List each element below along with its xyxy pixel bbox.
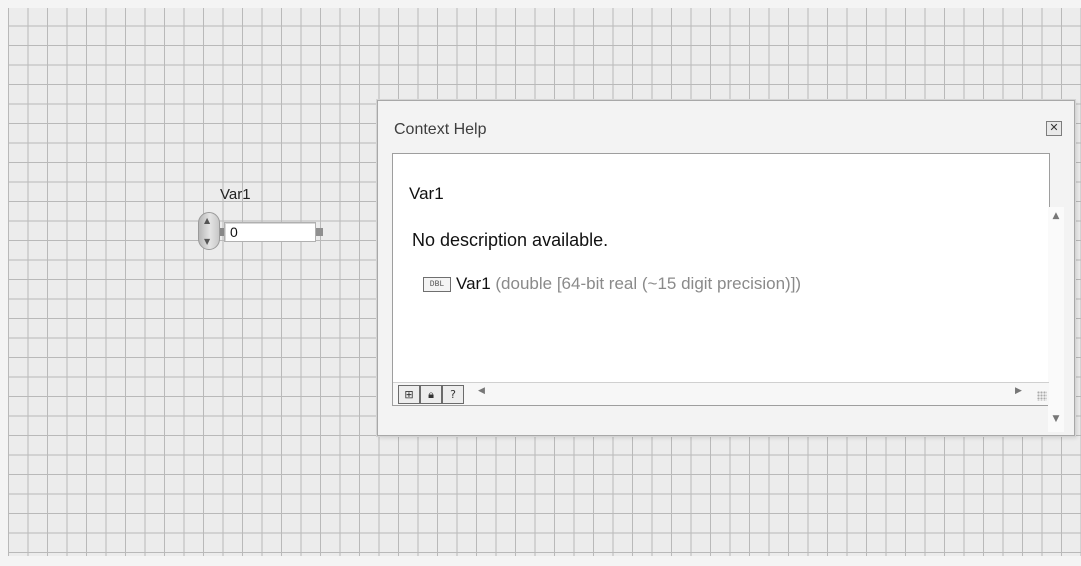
window-title: Context Help [394, 121, 487, 138]
scroll-right-icon[interactable]: ▶ [1015, 386, 1022, 396]
vertical-scrollbar[interactable]: ▲ ▼ [1048, 207, 1064, 432]
context-help-window[interactable]: Context Help ✕ ▲ ▼ Var1 No description a… [377, 100, 1075, 436]
help-item-name: Var1 [409, 184, 444, 203]
increment-decrement-buttons[interactable]: ▲ ▼ [198, 212, 220, 250]
decrement-icon[interactable]: ▼ [204, 238, 210, 246]
numeric-control[interactable]: ▲ ▼ 0 [198, 211, 328, 251]
close-icon[interactable]: ✕ [1046, 121, 1062, 136]
resize-grip-icon[interactable] [1037, 391, 1047, 401]
lock-icon[interactable]: 🔒︎ [420, 385, 442, 404]
detailed-help-icon[interactable]: ? [442, 385, 464, 404]
canvas-margin [0, 0, 8, 566]
show-optional-terminals-icon[interactable]: ⊞ [398, 385, 420, 404]
canvas-margin [0, 0, 1081, 8]
scroll-down-icon[interactable]: ▼ [1048, 412, 1064, 426]
dbl-type-icon: DBL [423, 277, 451, 292]
help-toolbar: ⊞ 🔒︎ ? ◀ ▶ [393, 382, 1049, 405]
scroll-up-icon[interactable]: ▲ [1048, 209, 1064, 223]
scroll-left-icon[interactable]: ◀ [478, 386, 485, 396]
control-label: Var1 [220, 186, 251, 203]
increment-icon[interactable]: ▲ [204, 217, 210, 225]
help-description: No description available. [412, 230, 609, 250]
output-terminal[interactable] [316, 228, 323, 236]
terminal-name: Var1 [456, 274, 491, 293]
numeric-value-field[interactable]: 0 [224, 222, 316, 242]
terminal-description: Var1 (double [64-bit real (~15 digit pre… [456, 274, 801, 294]
terminal-type: (double [64-bit real (~15 digit precisio… [495, 274, 802, 293]
canvas-margin [0, 556, 1081, 566]
